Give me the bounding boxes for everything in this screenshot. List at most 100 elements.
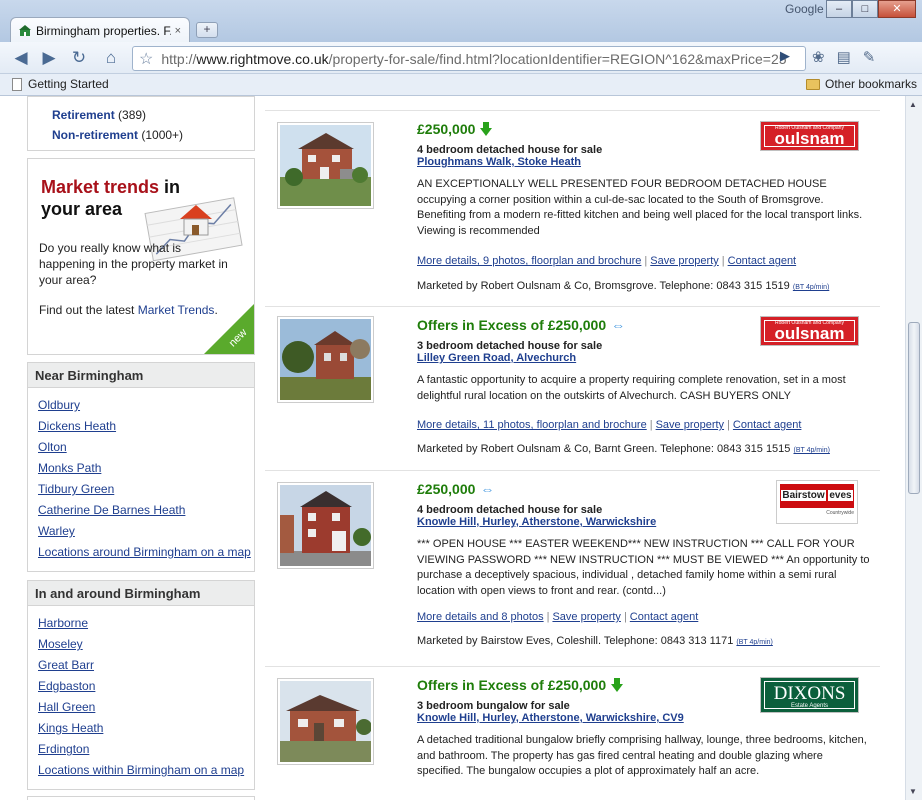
browser-titlebar: Birmingham properties. F... × + Google –… bbox=[0, 0, 922, 43]
price-reduced-icon bbox=[480, 122, 493, 136]
listing-address-link[interactable]: Knowle Hill, Hurley, Atherstone, Warwick… bbox=[417, 712, 872, 724]
new-tab-button[interactable]: + bbox=[196, 22, 218, 38]
property-listing: £250,000 4 bedroom detached house for sa… bbox=[265, 110, 880, 306]
filter-retirement-link[interactable]: Retirement bbox=[52, 108, 115, 122]
around-birmingham-panel: In and around Birmingham Harborne Mosele… bbox=[27, 580, 255, 790]
around-link[interactable]: Great Barr bbox=[38, 655, 254, 676]
near-birmingham-panel: Near Birmingham Oldbury Dickens Heath Ol… bbox=[27, 362, 255, 572]
market-trends-promo[interactable]: Market trends in your area Do you really… bbox=[27, 158, 255, 355]
marketed-by: Marketed by Robert Oulsnam & Co, Bromsgr… bbox=[417, 280, 830, 292]
call-rate-link[interactable]: (BT 4p/min) bbox=[793, 447, 829, 454]
minimize-button[interactable]: – bbox=[826, 0, 852, 18]
market-trends-find: Find out the latest Market Trends. bbox=[39, 303, 218, 317]
tab-close-icon[interactable]: × bbox=[175, 25, 181, 37]
near-birmingham-heading: Near Birmingham bbox=[28, 363, 254, 388]
save-property-link[interactable]: Save property bbox=[552, 611, 620, 623]
close-window-button[interactable]: ✕ bbox=[878, 0, 916, 18]
bookmark-star-icon[interactable]: ☆ bbox=[139, 49, 153, 69]
scroll-up-icon[interactable]: ▲ bbox=[909, 100, 917, 109]
reload-icon[interactable]: ↻ bbox=[68, 47, 90, 69]
listing-description: *** OPEN HOUSE *** EASTER WEEKEND*** NEW… bbox=[417, 538, 870, 597]
rightmove-favicon-icon bbox=[19, 24, 31, 36]
around-link[interactable]: Harborne bbox=[38, 613, 254, 634]
browser-tab[interactable]: Birmingham properties. F... × bbox=[10, 17, 190, 43]
more-details-link[interactable]: More details, 11 photos, floorplan and b… bbox=[417, 419, 647, 431]
price-reduced-icon bbox=[611, 678, 624, 692]
browser-right-tools: ❀ ▤ ✎ bbox=[812, 48, 875, 66]
back-arrow-icon[interactable]: ◀ bbox=[10, 47, 32, 69]
listing-actions: More details and 8 photos | Save property |… bbox=[417, 611, 699, 623]
contact-agent-link[interactable]: Contact agent bbox=[728, 255, 797, 267]
listing-actions: More details, 11 photos, floorplan and b… bbox=[417, 419, 802, 431]
property-photo[interactable] bbox=[277, 678, 374, 765]
property-listing: £250,000 ⇔ 4 bedroom detached house for s… bbox=[265, 470, 880, 666]
around-link[interactable]: Edgbaston bbox=[38, 676, 254, 697]
scroll-down-icon[interactable]: ▼ bbox=[909, 787, 917, 796]
near-link[interactable]: Catherine De Barnes Heath bbox=[38, 500, 254, 521]
around-birmingham-list: Harborne Moseley Great Barr Edgbaston Ha… bbox=[28, 606, 254, 781]
property-listing: Offers in Excess of £250,000 ⇔ 3 bedroom … bbox=[265, 306, 880, 470]
listing-address-link[interactable]: Ploughmans Walk, Stoke Heath bbox=[417, 156, 872, 168]
price-unchanged-icon: ⇔ bbox=[611, 317, 626, 333]
bookmark-getting-started[interactable]: Getting Started bbox=[12, 77, 109, 91]
go-arrow-icon[interactable]: ▶ bbox=[780, 48, 790, 64]
market-trends-link[interactable]: Market Trends bbox=[138, 303, 215, 317]
property-photo[interactable] bbox=[277, 482, 374, 569]
vertical-scrollbar[interactable]: ▲ ▼ bbox=[905, 96, 922, 800]
save-property-link[interactable]: Save property bbox=[650, 255, 718, 267]
call-rate-link[interactable]: (BT 4p/min) bbox=[793, 284, 829, 291]
around-link[interactable]: Kings Heath bbox=[38, 718, 254, 739]
around-link[interactable]: Hall Green bbox=[38, 697, 254, 718]
around-link[interactable]: Erdington bbox=[38, 739, 254, 760]
more-details-link[interactable]: More details and 8 photos bbox=[417, 611, 544, 623]
background-tabs bbox=[226, 2, 766, 16]
around-map-link[interactable]: Locations within Birmingham on a map bbox=[38, 760, 254, 781]
url-text: http://www.rightmove.co.uk/property-for-… bbox=[161, 50, 787, 67]
dixons-agent-logo[interactable]: DIXONS Estate Agents bbox=[761, 678, 858, 712]
near-birmingham-list: Oldbury Dickens Heath Olton Monks Path T… bbox=[28, 388, 254, 563]
oulsnam-agent-logo[interactable]: Robert Oulsnam and Company oulsnam bbox=[761, 122, 858, 150]
price-unchanged-icon: ⇔ bbox=[480, 481, 495, 497]
marketed-by: Marketed by Robert Oulsnam & Co, Barnt G… bbox=[417, 443, 830, 455]
call-rate-link[interactable]: (BT 4p/min) bbox=[736, 639, 772, 646]
near-link[interactable]: Dickens Heath bbox=[38, 416, 254, 437]
window-controls: – □ ✕ bbox=[826, 0, 916, 18]
bookmarks-bar: Getting Started Other bookmarks bbox=[0, 74, 922, 96]
scrollbar-thumb[interactable] bbox=[908, 322, 920, 494]
more-details-link[interactable]: More details, 9 photos, floorplan and br… bbox=[417, 255, 641, 267]
save-property-link[interactable]: Save property bbox=[656, 419, 724, 431]
marketed-by: Marketed by Bairstow Eves, Coleshill. Te… bbox=[417, 635, 773, 647]
near-link[interactable]: Monks Path bbox=[38, 458, 254, 479]
google-brand: Google bbox=[785, 2, 824, 16]
retirement-filter: Retirement (389) Non-retirement (1000+) bbox=[27, 96, 255, 151]
listing-actions: More details, 9 photos, floorplan and br… bbox=[417, 255, 797, 267]
page-menu-icon[interactable]: ▤ bbox=[837, 48, 851, 66]
home-icon[interactable]: ⌂ bbox=[100, 47, 122, 69]
listing-address-link[interactable]: Lilley Green Road, Alvechurch bbox=[417, 352, 872, 364]
around-link[interactable]: Moseley bbox=[38, 634, 254, 655]
property-photo[interactable] bbox=[277, 122, 374, 209]
forward-arrow-icon[interactable]: ▶ bbox=[38, 47, 60, 69]
around-birmingham-heading: In and around Birmingham bbox=[28, 581, 254, 606]
near-link[interactable]: Tidbury Green bbox=[38, 479, 254, 500]
wrench-icon[interactable]: ✎ bbox=[863, 48, 876, 66]
page-icon bbox=[12, 77, 22, 91]
property-photo[interactable] bbox=[277, 316, 374, 403]
near-link[interactable]: Oldbury bbox=[38, 395, 254, 416]
near-link[interactable]: Olton bbox=[38, 437, 254, 458]
bairstow-eves-agent-logo[interactable]: Bairstow eves Countrywide bbox=[776, 480, 858, 524]
address-bar[interactable]: ☆ http://www.rightmove.co.uk/property-fo… bbox=[132, 46, 806, 71]
near-map-link[interactable]: Locations around Birmingham on a map bbox=[38, 542, 254, 563]
filter-non-retirement-link[interactable]: Non-retirement bbox=[52, 128, 138, 142]
bookmark-other[interactable]: Other bookmarks bbox=[806, 77, 917, 91]
contact-agent-link[interactable]: Contact agent bbox=[630, 611, 699, 623]
oulsnam-agent-logo[interactable]: Robert Oulsnam and Company oulsnam bbox=[761, 317, 858, 345]
maximize-button[interactable]: □ bbox=[852, 0, 878, 18]
listing-description: A fantastic opportunity to acquire a pro… bbox=[417, 374, 846, 402]
tab-title: Birmingham properties. F... bbox=[36, 23, 171, 38]
near-link[interactable]: Warley bbox=[38, 521, 254, 542]
next-panel-edge bbox=[27, 796, 255, 800]
new-badge bbox=[204, 304, 254, 354]
extension-icon[interactable]: ❀ bbox=[812, 48, 825, 66]
contact-agent-link[interactable]: Contact agent bbox=[733, 419, 802, 431]
